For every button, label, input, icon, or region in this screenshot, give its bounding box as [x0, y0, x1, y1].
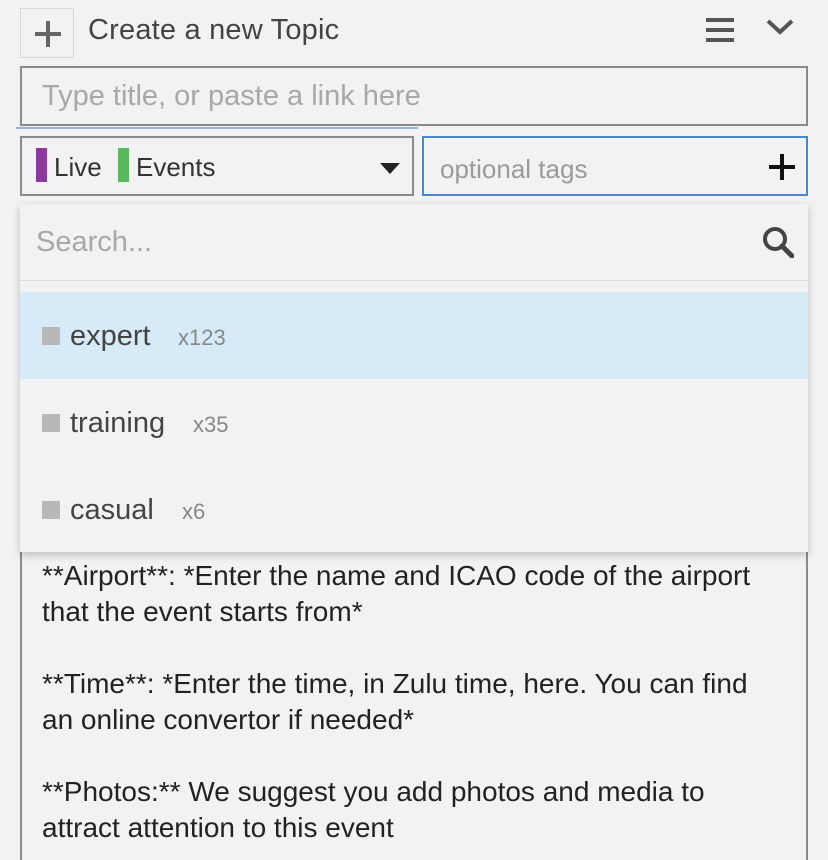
tag-option-training[interactable]: training x35 — [20, 379, 808, 466]
parent-category-label: Live — [54, 152, 102, 182]
tags-placeholder: optional tags — [440, 154, 588, 184]
add-topic-button[interactable] — [20, 8, 74, 58]
body-paragraph: **Airport**: *Enter the name and ICAO co… — [42, 560, 758, 627]
plus-icon — [35, 21, 61, 47]
topic-title-input[interactable] — [20, 66, 808, 126]
tag-swatch — [42, 327, 60, 345]
dropdown-search-row — [20, 204, 808, 281]
composer-header: Create a new Topic — [20, 4, 808, 58]
tag-option-name: casual — [70, 494, 154, 526]
body-paragraph: **Time**: *Enter the time, in Zulu time,… — [42, 668, 756, 735]
focus-underline — [16, 127, 418, 129]
tag-search-input[interactable] — [20, 204, 760, 280]
caret-down-icon — [380, 163, 400, 174]
tag-option-name: training — [70, 407, 166, 439]
topic-composer: Create a new Topic Live Events optional … — [0, 0, 828, 860]
composer-title: Create a new Topic — [88, 14, 340, 46]
category-chooser[interactable]: Live Events — [20, 136, 414, 196]
plus-icon[interactable] — [769, 154, 795, 180]
chevron-down-icon[interactable] — [765, 17, 795, 37]
tag-option-count: x123 — [178, 325, 226, 350]
hamburger-menu-icon[interactable] — [706, 18, 734, 42]
tags-chooser[interactable]: optional tags — [422, 136, 808, 196]
tag-swatch — [42, 501, 60, 519]
magnifier-icon[interactable] — [762, 226, 794, 258]
tag-option-expert[interactable]: expert x123 — [20, 292, 808, 379]
tag-option-count: x6 — [182, 499, 206, 524]
subcategory-color-bar — [118, 148, 129, 182]
tag-option-casual[interactable]: casual x6 — [20, 466, 808, 553]
topic-body-editor[interactable]: **Airport**: *Enter the name and ICAO co… — [20, 540, 808, 860]
tag-option-name: expert — [70, 320, 151, 352]
tags-dropdown: expert x123 training x35 casual x6 — [20, 204, 808, 552]
tag-option-list: expert x123 training x35 casual x6 — [20, 292, 808, 553]
category-color-bar — [36, 148, 47, 182]
tag-option-count: x35 — [193, 412, 229, 437]
body-paragraph: **Photos:** We suggest you add photos an… — [42, 776, 713, 843]
subcategory-label: Events — [136, 152, 216, 182]
tag-swatch — [42, 414, 60, 432]
